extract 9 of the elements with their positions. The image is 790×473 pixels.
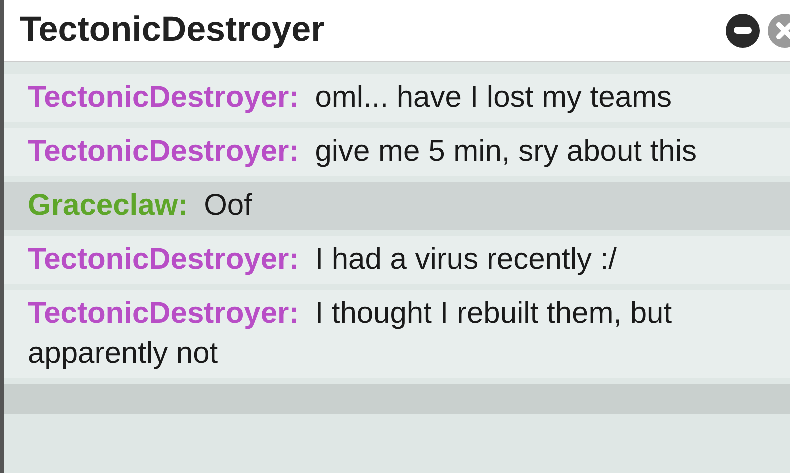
window-title: TectonicDestroyer <box>20 9 325 52</box>
minus-icon <box>734 27 752 34</box>
chat-message: TectonicDestroyer: I thought I rebuilt them, but apparently not <box>4 290 790 378</box>
chat-message: TectonicDestroyer: oml... have I lost my teams <box>4 74 790 122</box>
chat-message: Graceclaw: Oof <box>4 182 790 230</box>
close-icon <box>776 22 790 40</box>
chat-message: TectonicDestroyer: give me 5 min, sry about this <box>4 128 790 176</box>
minimize-button[interactable] <box>726 14 760 48</box>
chat-message: TectonicDestroyer: I had a virus recently :/ <box>4 236 790 284</box>
